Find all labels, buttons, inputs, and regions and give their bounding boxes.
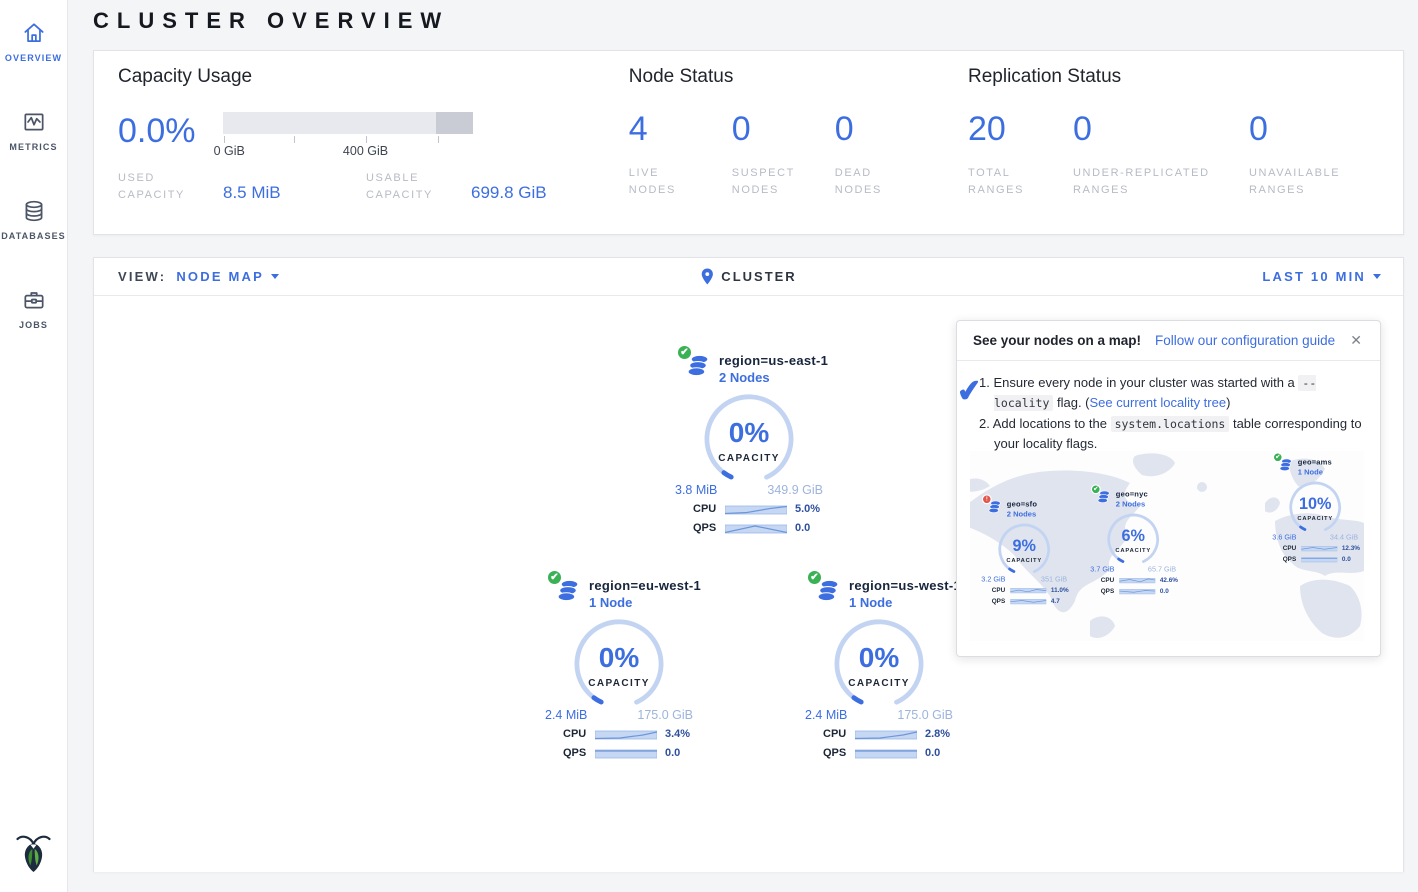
locality-total: 175.0 GiB xyxy=(897,708,953,722)
sidebar-item-label: DATABASES xyxy=(0,231,67,241)
unavailable-ranges-stat: 0 UNAVAILABLE RANGES xyxy=(1249,88,1379,199)
breadcrumb[interactable]: CLUSTER xyxy=(700,268,796,285)
healthy-check-icon: ✔ xyxy=(546,569,563,586)
usable-capacity-value: 699.8 GiB xyxy=(471,183,547,204)
qps-sparkline-row: QPS 0.0 xyxy=(563,746,709,760)
locality-total: 175.0 GiB xyxy=(637,708,693,722)
suspect-nodes-stat: 0 SUSPECT NODES xyxy=(732,88,835,199)
locality-title: region=us-west-1 xyxy=(849,578,961,593)
qps-sparkline-row: QPS 0.0 xyxy=(823,746,969,760)
mini-locality-card-sfo: ! geo=sfo 2 Nodes xyxy=(972,499,1076,605)
cpu-sparkline-row: CPU 2.8% xyxy=(823,727,969,741)
locality-title: region=us-east-1 xyxy=(719,353,828,368)
mini-locality-card-nyc: ✔ geo=nyc 2 Nodes xyxy=(1081,489,1185,595)
capacity-bar: 0 GiB 400 GiB xyxy=(223,112,473,158)
node-map-panel: VIEW: NODE MAP CLUSTER LAST 10 MIN xyxy=(93,257,1404,872)
home-icon xyxy=(0,20,67,46)
capacity-usage-title: Capacity Usage xyxy=(118,66,629,88)
sidebar-item-metrics[interactable]: METRICS xyxy=(0,103,67,156)
cockroachdb-logo-icon xyxy=(15,831,52,878)
capacity-tick-label: 0 GiB xyxy=(214,144,245,158)
page-title: CLUSTER OVERVIEW xyxy=(93,8,1418,34)
mini-locality-card-ams: ✔ geo=ams 1 Node xyxy=(1263,457,1364,563)
database-icon xyxy=(0,198,67,224)
live-nodes-stat: 4 LIVE NODES xyxy=(629,88,732,199)
used-capacity-label: USED CAPACITY xyxy=(118,170,223,204)
view-label: VIEW: xyxy=(118,269,166,284)
sidebar: OVERVIEW METRICS DATABASES JOBS xyxy=(0,0,68,892)
metrics-icon xyxy=(0,109,67,135)
locality-used: 3.8 MiB xyxy=(675,483,717,497)
view-dropdown[interactable]: NODE MAP xyxy=(176,269,279,284)
locality-total: 349.9 GiB xyxy=(767,483,823,497)
locality-tree-link[interactable]: See current locality tree xyxy=(1090,395,1227,410)
briefcase-icon xyxy=(0,287,67,313)
qps-sparkline-row: QPS 0.0 xyxy=(693,521,839,535)
node-map-config-popup: See your nodes on a map! Follow our conf… xyxy=(956,320,1381,657)
main-content: CLUSTER OVERVIEW Capacity Usage 0.0% 0 G… xyxy=(68,0,1418,892)
capacity-tick-label: 400 GiB xyxy=(343,144,388,158)
big-check-icon: ✔ xyxy=(955,368,985,415)
popup-title: See your nodes on a map! xyxy=(973,333,1141,348)
node-map-canvas: ✔ region=us-east-1 2 Nodes 0% CAPACITY xyxy=(94,296,1403,872)
time-range-dropdown[interactable]: LAST 10 MIN xyxy=(1262,269,1381,284)
total-ranges-stat: 20 TOTAL RANGES xyxy=(968,88,1073,199)
locality-nodes-link[interactable]: 1 Node xyxy=(589,595,701,610)
locality-card-eu-west-1: ✔ region=eu-west-1 1 Node 0% CAPACITY xyxy=(529,577,709,760)
sidebar-item-label: METRICS xyxy=(0,142,67,152)
locality-used: 2.4 MiB xyxy=(545,708,587,722)
cpu-sparkline-row: CPU 3.4% xyxy=(563,727,709,741)
cpu-sparkline-row: CPU 5.0% xyxy=(693,502,839,516)
capacity-bar-reserved-segment xyxy=(436,112,474,134)
capacity-gauge: 0% CAPACITY xyxy=(824,618,934,706)
close-icon[interactable]: ✕ xyxy=(1346,330,1366,351)
locality-title: region=eu-west-1 xyxy=(589,578,701,593)
replication-status-title: Replication Status xyxy=(968,66,1379,88)
capacity-gauge: 0% CAPACITY xyxy=(694,393,804,481)
locality-card-us-west-1: ✔ region=us-west-1 1 Node 0% CAPACITY xyxy=(789,577,969,760)
capacity-usage-section: Capacity Usage 0.0% 0 GiB 400 GiB xyxy=(118,66,629,234)
healthy-check-icon: ✔ xyxy=(1091,484,1101,494)
configuration-guide-link[interactable]: Follow our configuration guide xyxy=(1155,333,1335,348)
locality-card-us-east-1: ✔ region=us-east-1 2 Nodes 0% CAPACITY xyxy=(659,352,839,535)
healthy-check-icon: ✔ xyxy=(676,344,693,361)
popup-step-2: 2. Add locations to the system.locations… xyxy=(979,414,1364,453)
sidebar-item-overview[interactable]: OVERVIEW xyxy=(0,14,67,67)
sidebar-item-label: JOBS xyxy=(0,320,67,330)
capacity-used-percent: 0.0% xyxy=(118,112,223,158)
map-toolbar: VIEW: NODE MAP CLUSTER LAST 10 MIN xyxy=(94,258,1403,296)
capacity-gauge: 0% CAPACITY xyxy=(564,618,674,706)
cluster-summary-panel: Capacity Usage 0.0% 0 GiB 400 GiB xyxy=(93,50,1404,235)
node-status-title: Node Status xyxy=(629,66,968,88)
healthy-check-icon: ✔ xyxy=(1273,452,1283,462)
code-chip: system.locations xyxy=(1111,416,1230,432)
node-status-section: Node Status 4 LIVE NODES 0 SUSPECT NODES… xyxy=(629,66,968,234)
locality-nodes-link[interactable]: 2 Nodes xyxy=(719,370,828,385)
sidebar-item-databases[interactable]: DATABASES xyxy=(0,192,67,245)
usable-capacity-label: USABLE CAPACITY xyxy=(366,170,471,204)
dead-nodes-stat: 0 DEAD NODES xyxy=(835,88,938,199)
popup-step-1: 1. Ensure every node in your cluster was… xyxy=(979,373,1364,412)
sidebar-item-label: OVERVIEW xyxy=(0,53,67,63)
locality-nodes-link[interactable]: 1 Node xyxy=(849,595,961,610)
under-replicated-ranges-stat: 0 UNDER-REPLICATED RANGES xyxy=(1073,88,1249,199)
chevron-down-icon xyxy=(1373,274,1381,279)
locality-used: 2.4 MiB xyxy=(805,708,847,722)
used-capacity-value: 8.5 MiB xyxy=(223,183,281,204)
chevron-down-icon xyxy=(271,274,279,279)
healthy-check-icon: ✔ xyxy=(806,569,823,586)
replication-status-section: Replication Status 20 TOTAL RANGES 0 UND… xyxy=(968,66,1379,234)
example-node-map-image: ! geo=sfo 2 Nodes xyxy=(970,451,1364,641)
sidebar-item-jobs[interactable]: JOBS xyxy=(0,281,67,334)
warning-icon: ! xyxy=(982,494,992,504)
map-pin-icon xyxy=(700,268,713,285)
popup-steps: ✔ 1. Ensure every node in your cluster w… xyxy=(957,361,1380,463)
